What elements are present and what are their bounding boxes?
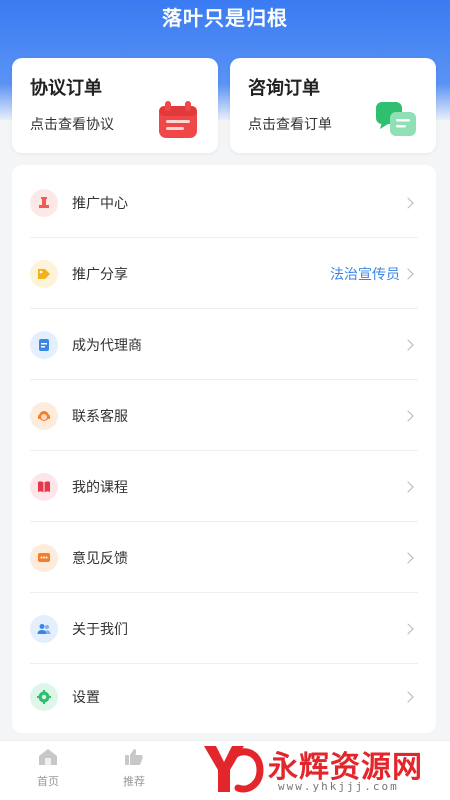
menu-item-label: 成为代理商 (72, 337, 142, 354)
menu-item-about-us[interactable]: 关于我们 (12, 593, 436, 664)
chevron-right-icon (402, 338, 414, 351)
menu-item-feedback[interactable]: 意见反馈 (12, 522, 436, 593)
tag-icon (30, 259, 58, 288)
card-subtitle: 点击查看协议 (30, 117, 114, 133)
book-icon (30, 472, 58, 501)
card-title: 咨询订单 (248, 78, 320, 99)
chevron-right-icon (402, 690, 414, 703)
chevron-right-icon (402, 622, 414, 635)
menu-item-my-courses[interactable]: 我的课程 (12, 451, 436, 522)
chat-bubbles-icon (376, 102, 416, 136)
feedback-icon (30, 543, 58, 572)
chevron-right-icon (402, 267, 414, 280)
card-subtitle: 点击查看订单 (248, 117, 332, 133)
menu-item-label: 联系客服 (72, 408, 128, 425)
customer-service-icon (30, 401, 58, 430)
document-icon (30, 330, 58, 359)
chevron-right-icon (402, 480, 414, 493)
thumbs-up-icon (125, 749, 143, 765)
menu-item-label: 设置 (72, 689, 100, 706)
menu-list: 推广中心 推广分享 法治宣传员 成为代理商 联系客服 我的课程 意见反馈 关于我… (12, 165, 436, 733)
tab-label: 推荐 (123, 775, 145, 788)
users-icon (30, 614, 58, 643)
page-title: 落叶只是归根 (162, 6, 288, 30)
menu-item-promotion-center[interactable]: 推广中心 (12, 167, 436, 238)
agreement-order-card[interactable]: 协议订单 点击查看协议 (12, 58, 218, 153)
tab-home[interactable]: 首页 (18, 747, 78, 789)
gear-icon (30, 682, 58, 711)
menu-item-label: 推广分享 (72, 266, 128, 283)
menu-item-settings[interactable]: 设置 (12, 661, 436, 732)
menu-item-label: 意见反馈 (72, 550, 128, 567)
menu-item-label: 我的课程 (72, 479, 128, 496)
menu-item-label: 推广中心 (72, 195, 128, 212)
watermark-emblem-icon (204, 746, 264, 793)
tab-label: 首页 (37, 775, 59, 788)
watermark-url: www.yhkjjj.com (278, 780, 399, 793)
menu-item-contact-service[interactable]: 联系客服 (12, 380, 436, 451)
consultation-order-card[interactable]: 咨询订单 点击查看订单 (230, 58, 436, 153)
calendar-icon (159, 101, 197, 138)
menu-item-value: 法治宣传员 (330, 266, 400, 283)
card-title: 协议订单 (30, 78, 102, 99)
promotion-icon (30, 188, 58, 217)
chevron-right-icon (402, 196, 414, 209)
chevron-right-icon (402, 551, 414, 564)
menu-item-label: 关于我们 (72, 621, 128, 638)
chevron-right-icon (402, 409, 414, 422)
menu-item-promotion-share[interactable]: 推广分享 法治宣传员 (12, 238, 436, 309)
tab-recommend[interactable]: 推荐 (104, 747, 164, 789)
home-icon (39, 749, 57, 765)
menu-item-become-agent[interactable]: 成为代理商 (12, 309, 436, 380)
watermark-logo: 永辉资源网 www.yhkjjj.com (200, 740, 440, 796)
